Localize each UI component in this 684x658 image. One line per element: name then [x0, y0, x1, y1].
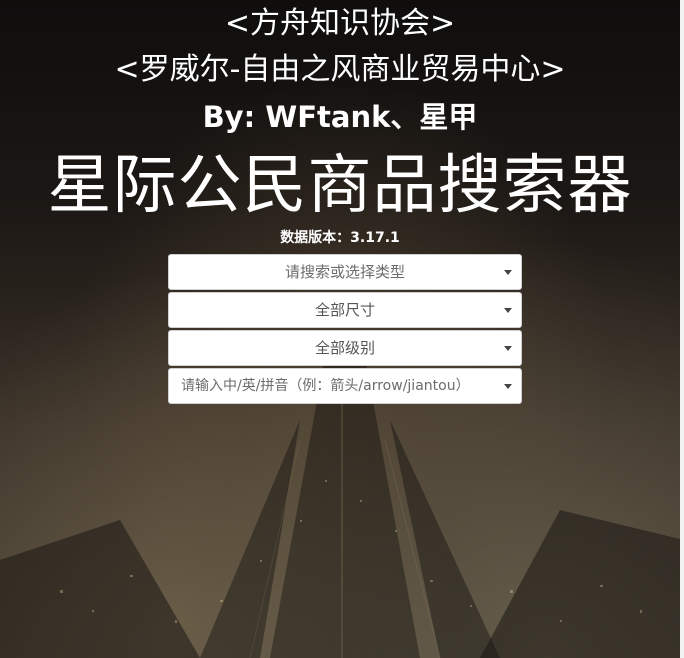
item-search-select[interactable]: 请输入中/英/拼音（例：箭头/arrow/jiantou） — [168, 368, 522, 404]
page-title: 星际公民商品搜索器 — [47, 149, 633, 223]
data-version-label: 数据版本：3.17.1 — [280, 230, 400, 246]
grade-select[interactable]: 全部级别 — [168, 330, 522, 366]
organization-title: <方舟知识协会> — [224, 6, 456, 41]
dropdown-arrow-icon — [504, 270, 512, 275]
size-select-value: 全部尺寸 — [314, 301, 375, 319]
item-search-placeholder: 请输入中/英/拼音（例：箭头/arrow/jiantou） — [181, 378, 470, 394]
size-select[interactable]: 全部尺寸 — [168, 292, 522, 328]
grade-select-value: 全部级别 — [314, 339, 375, 357]
dropdown-arrow-icon — [504, 384, 512, 389]
trade-center-title: <罗威尔-自由之风商业贸易中心> — [114, 52, 566, 87]
dropdown-arrow-icon — [504, 346, 512, 351]
dropdown-arrow-icon — [504, 308, 512, 313]
window-edge — [680, 0, 684, 658]
type-select[interactable]: 请搜索或选择类型 — [168, 254, 522, 290]
authors-credit: By: WFtank、星甲 — [202, 100, 478, 134]
type-select-placeholder: 请搜索或选择类型 — [284, 263, 405, 281]
